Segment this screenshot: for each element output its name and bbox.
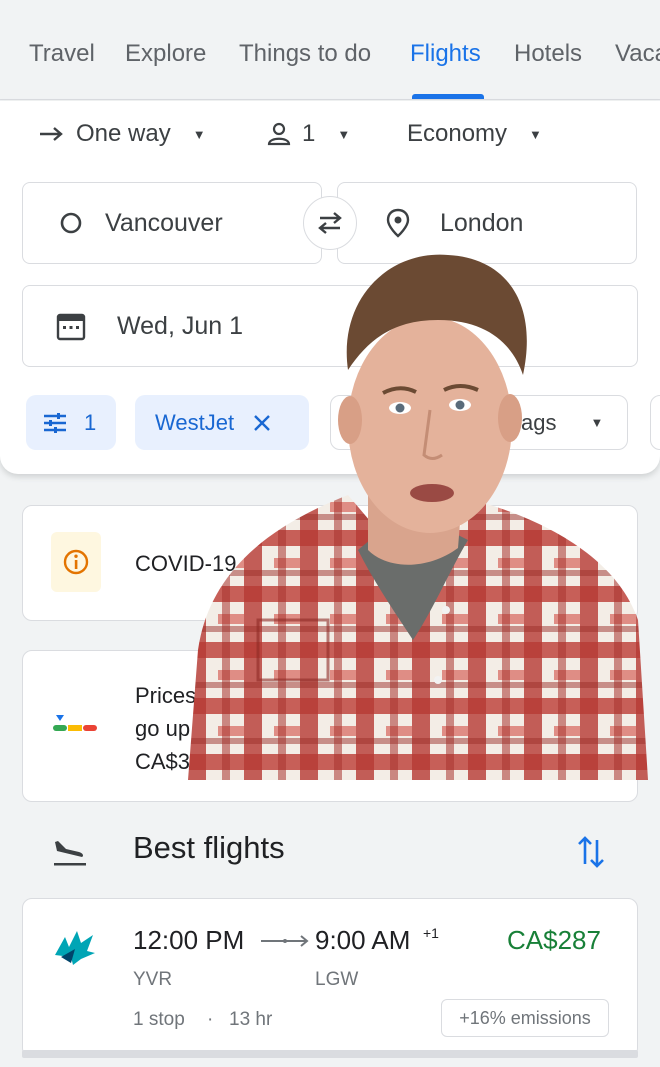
all-filters-chip[interactable]: 1	[26, 395, 116, 450]
caret-down-icon: ▼	[192, 126, 206, 142]
route-arrow-icon	[259, 931, 313, 951]
sort-button[interactable]	[576, 834, 606, 870]
info-separator: ·	[207, 1009, 214, 1030]
location-pin-icon	[386, 208, 410, 238]
tab-hotels[interactable]: Hotels	[514, 40, 582, 68]
flight-price: CA$287	[507, 925, 601, 955]
flight-result-card[interactable]: 12:00 PM 9:00 AM +1 CA$287 YVR LGW 1 sto…	[22, 898, 638, 1058]
tab-flights[interactable]: Flights	[410, 40, 481, 68]
price-insight-text: Prices go up CA$3	[135, 679, 196, 778]
caret-down-icon: ▼	[529, 126, 542, 142]
person-icon	[266, 121, 292, 147]
tab-things-to-do[interactable]: Things to do	[239, 40, 371, 68]
price-level-icon	[53, 713, 97, 733]
swap-button[interactable]	[303, 196, 357, 250]
passengers-select[interactable]: 1 ▼	[266, 120, 350, 148]
trip-type-select[interactable]: One way ▼	[38, 120, 206, 148]
filters-count: 1	[84, 409, 97, 435]
day-offset: +1	[423, 925, 439, 941]
origin-airport-code: YVR	[133, 969, 173, 990]
calendar-icon	[55, 310, 87, 342]
depart-time: 12:00 PM	[133, 925, 245, 955]
trip-type-label: One way	[76, 120, 171, 147]
sort-arrows-icon	[576, 834, 606, 870]
cabin-class-label: Economy	[407, 120, 508, 147]
tab-explore[interactable]: Explore	[125, 40, 206, 68]
caret-down-icon: ▼	[337, 126, 351, 142]
nav-tabs: Travel Explore Things to do Flights Hote…	[0, 0, 660, 100]
plane-landing-icon	[52, 836, 88, 868]
best-flights-heading: Best flights	[133, 830, 285, 865]
info-icon	[51, 532, 101, 592]
tab-travel[interactable]: Travel	[29, 40, 95, 68]
card-edge	[22, 1050, 638, 1058]
tab-vacation-rentals[interactable]: Vaca	[615, 40, 660, 68]
westjet-logo	[51, 927, 97, 967]
arrive-time: 9:00 AM	[315, 925, 411, 955]
presenter-video-overlay	[188, 250, 648, 780]
swap-icon	[314, 210, 346, 236]
price-insight-line-2: go up	[135, 716, 191, 741]
price-insight-line-3: CA$3	[135, 749, 191, 774]
circle-icon	[59, 211, 83, 235]
cabin-class-select[interactable]: Economy ▼	[407, 120, 542, 148]
origin-value: Vancouver	[105, 208, 223, 237]
arrow-right-icon	[38, 124, 66, 144]
destination-value: London	[440, 208, 524, 237]
active-tab-indicator	[412, 94, 484, 99]
destination-airport-code: LGW	[315, 969, 359, 990]
tune-icon	[42, 412, 68, 434]
next-filter-chip[interactable]	[650, 395, 660, 450]
emissions-badge: +16% emissions	[441, 999, 609, 1037]
stops-info: 1 stop	[133, 1009, 185, 1030]
flight-duration: 13 hr	[229, 1009, 273, 1030]
passengers-count: 1	[302, 120, 316, 147]
price-insight-line-1: Prices	[135, 683, 197, 708]
